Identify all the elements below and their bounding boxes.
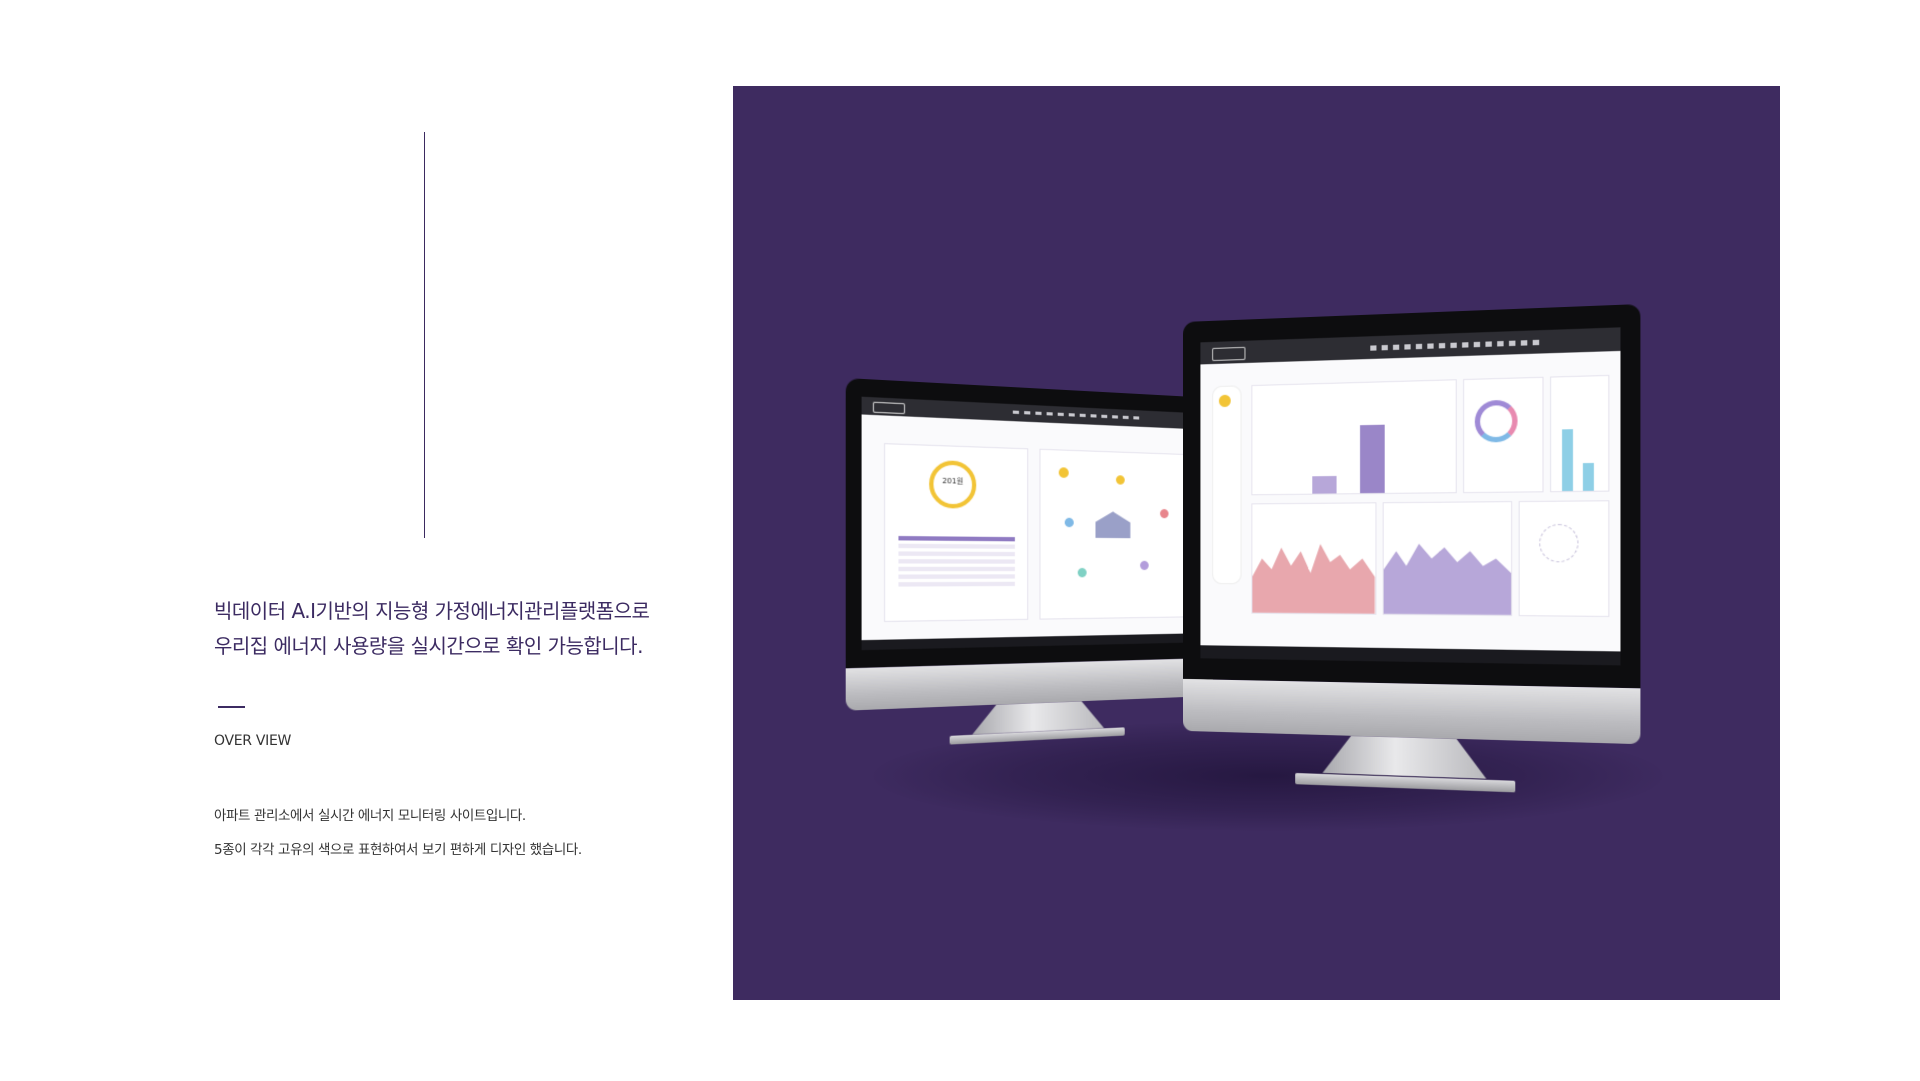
imac-right [1183,304,1641,810]
screen-right-area-purple [1382,501,1512,616]
overview-description: 아파트 관리소에서 실시간 에너지 모니터링 사이트입니다. 5종이 각각 고유… [214,799,582,867]
screen-left-nav [1012,410,1144,419]
imac-left-screen: 201원 [862,396,1200,650]
water-icon [1065,517,1074,527]
table-row [899,559,1015,564]
table-row [899,543,1015,548]
overview-desc-line-2: 5종이 각각 고유의 색으로 표현하여서 보기 편하게 디자인 했습니다. [214,833,582,867]
overview-desc-line-1: 아파트 관리소에서 실시간 에너지 모니터링 사이트입니다. [214,799,582,833]
chart-bar [1312,476,1336,494]
overview-label: OVER VIEW [214,733,291,749]
table-row [899,551,1015,556]
headline-line-1: 빅데이터 A.I기반의 지능형 가정에너지관리플랫폼으로 [214,594,734,629]
imac-left: 201원 [846,378,1213,760]
screen-left-topbar [862,396,1200,429]
chart-bar [1562,429,1572,492]
screen-right-topbar [1200,328,1621,365]
sidebar-active-icon [1219,395,1231,407]
chart-bar [1583,463,1593,492]
area-chart-purple [1383,502,1511,615]
screen-right-bar-chart [1252,380,1457,496]
usage-ring-value: 201원 [929,475,976,487]
imac-right-bezel [1183,304,1641,689]
table-row [899,574,1015,579]
screen-right-area-red [1252,502,1377,614]
screen-left-card-summary: 201원 [884,443,1028,622]
headline: 빅데이터 A.I기반의 지능형 가정에너지관리플랫폼으로 우리집 에너지 사용량… [214,594,734,664]
screen-right-sidebar [1212,386,1242,585]
house-icon [1095,511,1130,538]
donut-chart [1475,399,1518,442]
section-dash [218,706,245,708]
screen-right-nav [1370,340,1541,350]
screen-left-card-home [1039,448,1189,619]
imac-left-bezel: 201원 [846,378,1213,668]
screen-left-footer [862,633,1200,650]
gas-icon [1160,509,1168,518]
screen-left-logo-icon [873,401,905,414]
table-row [899,582,1015,587]
sun-icon [1059,467,1069,478]
table-header-row [899,536,1015,541]
mockup-panel: 201원 [733,86,1780,1000]
screen-right-radar-card [1519,500,1610,617]
electric-icon [1116,475,1125,485]
usage-ring [929,459,976,508]
heating-icon [1140,561,1149,570]
radar-chart [1539,524,1578,562]
usage-table [894,532,1019,589]
imac-right-chin [1183,679,1641,744]
screen-right-logo-icon [1212,347,1246,361]
imac-right-screen [1200,328,1621,665]
screen-right-footer [1200,645,1621,665]
headline-line-2: 우리집 에너지 사용량을 실시간으로 확인 가능합니다. [214,629,734,664]
table-row [899,567,1015,571]
area-series-red [1253,544,1375,614]
screen-right-mini-bars [1550,375,1610,492]
hotwater-icon [1077,568,1086,577]
vertical-divider-line [424,132,425,538]
screen-right-donut-card [1463,377,1543,493]
area-chart-red [1253,503,1375,613]
area-series-purple [1383,543,1511,614]
chart-bar [1360,425,1384,494]
imac-right-stand [1322,735,1487,779]
